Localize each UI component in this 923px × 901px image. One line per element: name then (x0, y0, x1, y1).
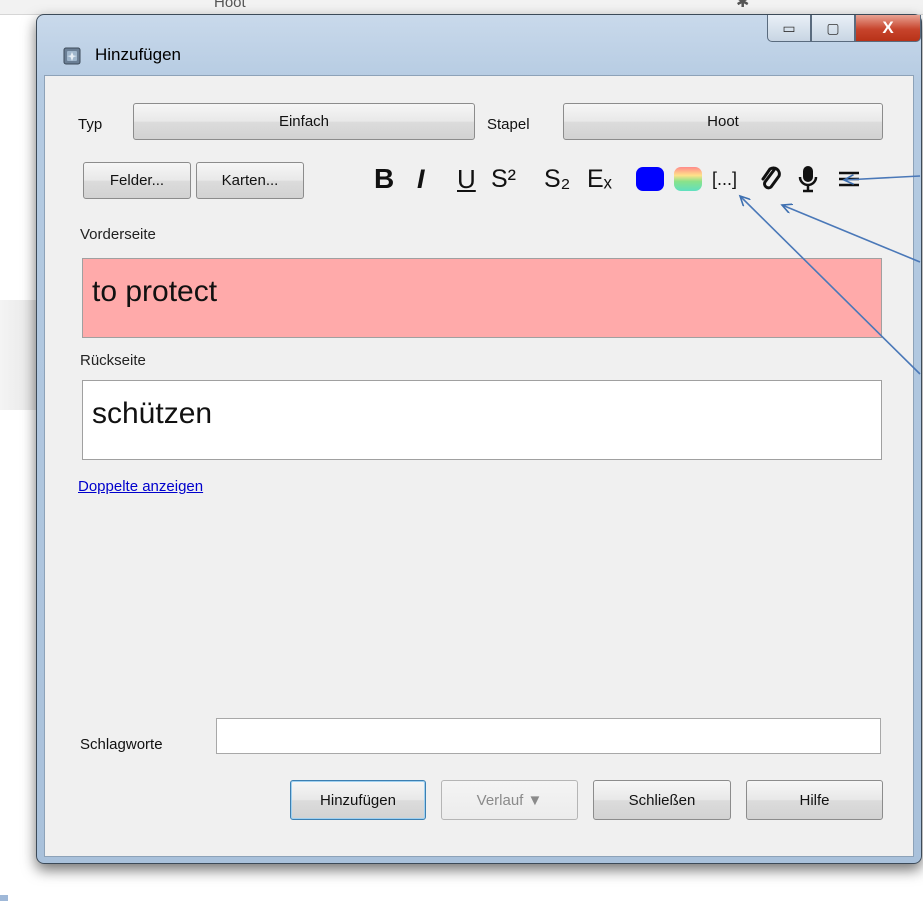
annotation-arrow-menu (844, 176, 921, 180)
annotation-arrow-attach (782, 205, 921, 263)
annotation-arrow-cloze (740, 196, 921, 375)
annotation-arrows (0, 0, 921, 375)
